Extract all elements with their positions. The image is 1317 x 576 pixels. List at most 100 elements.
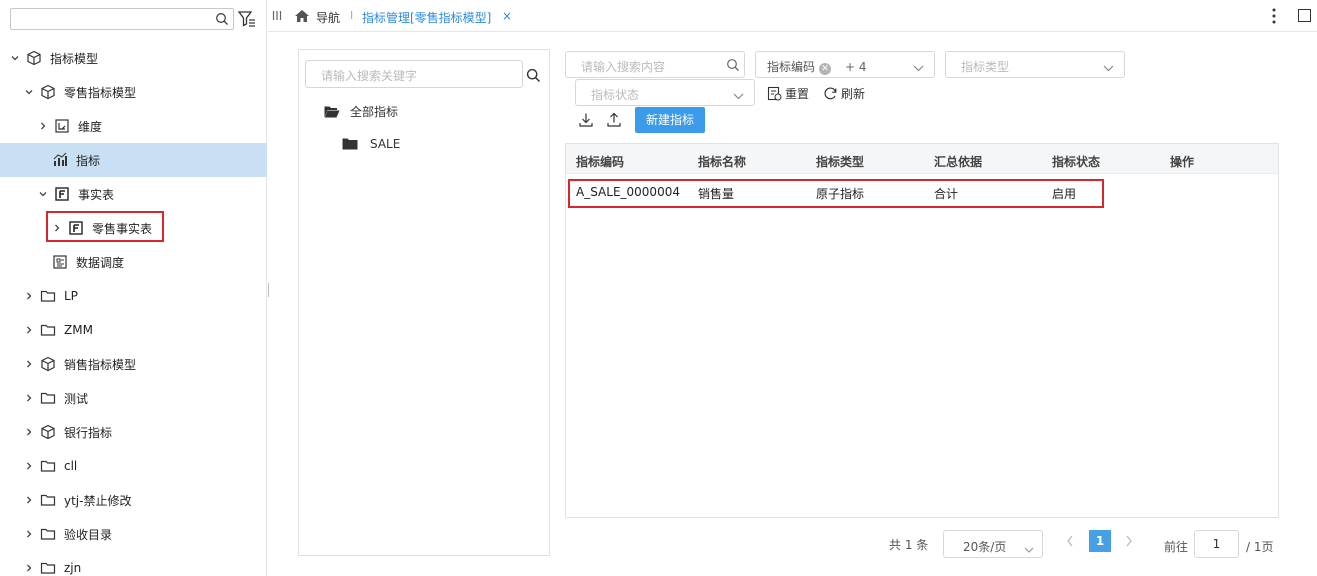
chevron-down-icon	[913, 61, 924, 72]
cube-icon	[40, 424, 56, 440]
chevron-down-icon[interactable]	[10, 53, 20, 63]
refresh-button[interactable]: 刷新	[823, 85, 865, 102]
schedule-icon	[52, 254, 68, 270]
menu-toggle-icon[interactable]	[272, 10, 282, 22]
tree-item-acceptance[interactable]: 验收目录	[0, 517, 267, 551]
keyword-search-input[interactable]: 请输入搜索内容	[565, 51, 745, 78]
goto-page-input[interactable]: 1	[1194, 530, 1239, 558]
nav-tab[interactable]: 导航	[316, 9, 340, 26]
tree-item-sales-model[interactable]: 销售指标模型	[0, 347, 267, 381]
indicator-table: 指标编码 指标名称 指标类型 汇总依据 指标状态 操作 A_SALE_00000…	[565, 143, 1279, 518]
tree-item-label: 维度	[78, 119, 103, 134]
tree-item-label: LP	[64, 289, 78, 303]
folder-open-icon	[324, 105, 340, 119]
chevron-right-icon[interactable]	[24, 393, 34, 403]
tree-item-label: 指标	[76, 153, 101, 168]
chevron-down-icon	[733, 89, 744, 100]
tree-item-label: 验收目录	[64, 527, 113, 542]
panel-splitter[interactable]	[268, 283, 271, 297]
tree-item-indicator[interactable]: 指标	[0, 143, 267, 177]
tree-item-cll[interactable]: cll	[0, 449, 267, 483]
chevron-right-icon[interactable]	[24, 461, 34, 471]
chevron-right-icon[interactable]	[24, 563, 34, 573]
tree-item-zmm[interactable]: ZMM	[0, 313, 267, 347]
tree-item-test[interactable]: 测试	[0, 381, 267, 415]
new-indicator-button[interactable]: 新建指标	[635, 107, 705, 133]
tree-item-zjn[interactable]: zjn	[0, 551, 267, 576]
app-root: 指标模型 零售指标模型 维度 指标 事实表 零售事实表 数据调度 LP ZMM …	[0, 0, 1317, 576]
bar-chart-icon	[52, 152, 68, 168]
col-header-status[interactable]: 指标状态	[1052, 153, 1100, 170]
chevron-right-icon[interactable]	[38, 121, 48, 131]
tree-item-dimension[interactable]: 维度	[0, 109, 267, 143]
chevron-right-icon[interactable]	[24, 495, 34, 505]
next-page-icon[interactable]	[1124, 534, 1134, 548]
chevron-down-icon[interactable]	[38, 189, 48, 199]
tree-item-lp[interactable]: LP	[0, 279, 267, 313]
reset-icon	[767, 86, 782, 101]
tag-remove-icon[interactable]: ✕	[819, 63, 832, 75]
tree-item-label: 指标模型	[50, 51, 99, 66]
tree-item-label: 数据调度	[76, 255, 125, 270]
search-icon[interactable]	[726, 58, 740, 72]
chevron-right-icon[interactable]	[24, 291, 34, 301]
chevron-right-icon[interactable]	[24, 427, 34, 437]
col-header-ops: 操作	[1170, 155, 1195, 169]
tree-item-label: 事实表	[78, 187, 115, 202]
maximize-icon[interactable]	[1298, 9, 1311, 22]
catalog-item-label: SALE	[370, 137, 401, 151]
more-vertical-icon[interactable]	[1271, 7, 1277, 25]
code-tag: 指标编码	[767, 60, 816, 74]
sidebar-search-input[interactable]	[10, 8, 234, 30]
download-icon[interactable]	[578, 112, 594, 128]
catalog-item-sale[interactable]: SALE	[342, 137, 400, 151]
catalog-item-label: 全部指标	[350, 105, 399, 119]
col-header-name[interactable]: 指标名称	[698, 153, 746, 170]
folder-icon	[40, 322, 56, 338]
cube-icon	[26, 50, 42, 66]
table-header: 指标编码 指标名称 指标类型 汇总依据 指标状态 操作	[566, 144, 1278, 174]
folder-icon	[40, 288, 56, 304]
chevron-right-icon[interactable]	[24, 325, 34, 335]
type-placeholder: 指标类型	[961, 60, 1010, 74]
page-size-select[interactable]: 20条/页	[943, 530, 1043, 558]
tree-item-retail-model[interactable]: 零售指标模型	[0, 75, 267, 109]
page-number-current[interactable]: 1	[1089, 530, 1111, 552]
catalog-item-all[interactable]: 全部指标	[324, 103, 398, 120]
dimension-icon	[54, 118, 70, 134]
tree-item-indicator-model[interactable]: 指标模型	[0, 41, 267, 75]
upload-icon[interactable]	[606, 112, 622, 128]
tree-item-label: 零售指标模型	[64, 85, 137, 100]
tree-item-label: 银行指标	[64, 425, 113, 440]
row-highlight-box	[568, 179, 1104, 208]
tree-item-ytj[interactable]: ytj-禁止修改	[0, 483, 267, 517]
tree-item-fact-table[interactable]: 事实表	[0, 177, 267, 211]
col-header-agg[interactable]: 汇总依据	[934, 153, 982, 170]
chevron-right-icon[interactable]	[24, 529, 34, 539]
tree-item-label: zjn	[64, 561, 82, 575]
col-header-code[interactable]: 指标编码	[576, 153, 624, 170]
search-icon[interactable]	[526, 68, 541, 83]
chevron-right-icon[interactable]	[24, 359, 34, 369]
reset-button[interactable]: 重置	[767, 85, 809, 102]
prev-page-icon[interactable]	[1065, 534, 1075, 548]
status-select[interactable]: 指标状态	[575, 79, 755, 106]
refresh-icon	[824, 87, 837, 100]
tree-item-bank[interactable]: 银行指标	[0, 415, 267, 449]
search-icon[interactable]	[215, 12, 229, 26]
home-icon[interactable]	[294, 8, 310, 24]
code-select[interactable]: 指标编码 ✕ + 4	[755, 51, 935, 78]
refresh-label: 刷新	[841, 87, 866, 101]
tab-indicator-management[interactable]: 指标管理[零售指标模型]	[362, 9, 491, 26]
chevron-down-icon[interactable]	[24, 87, 34, 97]
col-header-type[interactable]: 指标类型	[816, 153, 864, 170]
tree-item-data-schedule[interactable]: 数据调度	[0, 245, 267, 279]
tree-item-label: cll	[64, 459, 78, 473]
filter-icon[interactable]	[237, 10, 256, 28]
folder-icon	[40, 526, 56, 542]
goto-label: 前往	[1164, 540, 1189, 554]
folder-icon	[40, 390, 56, 406]
catalog-search-input[interactable]: 请输入搜索关键字	[305, 60, 523, 88]
type-select[interactable]: 指标类型	[945, 51, 1125, 78]
tab-close-button[interactable]: ×	[502, 9, 512, 23]
